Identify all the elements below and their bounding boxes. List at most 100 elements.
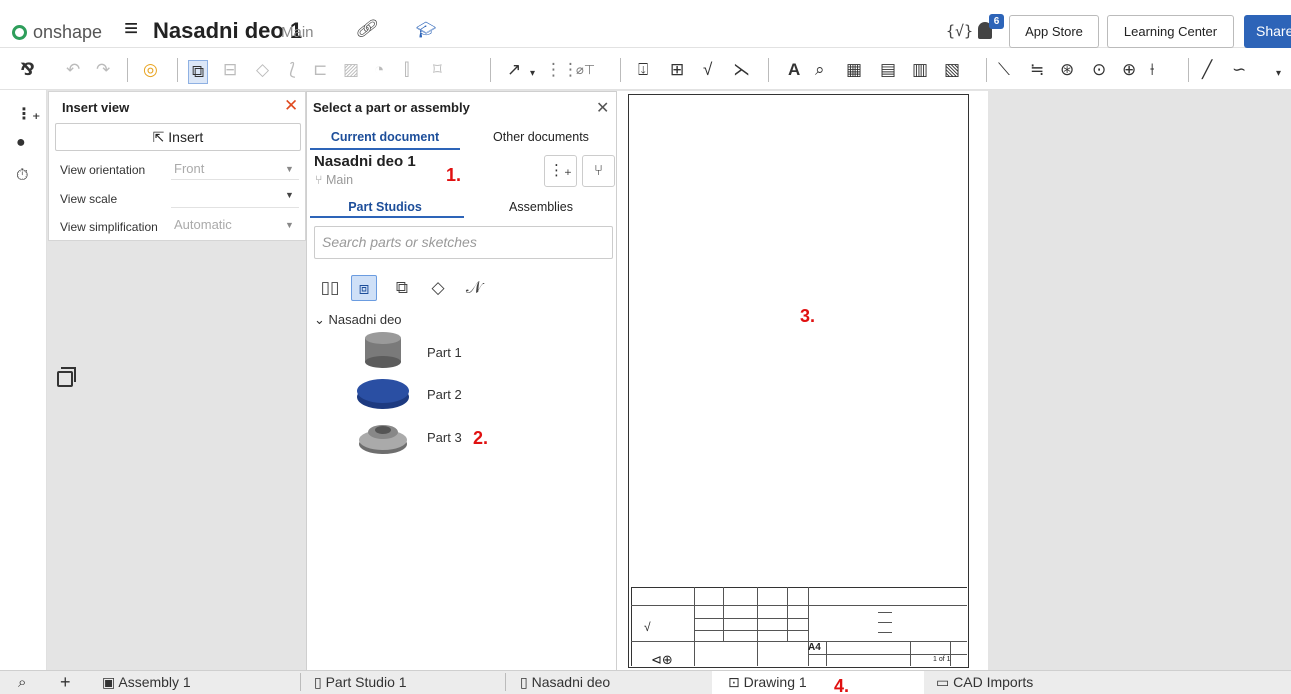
document-branch[interactable]: Main <box>281 24 314 41</box>
graduation-cap-icon[interactable]: 🎓︎ <box>416 20 436 40</box>
weld-symbol-icon[interactable]: ⋋ <box>733 60 750 80</box>
title-block-line <box>631 605 967 606</box>
tab-manager-icon[interactable]: ⌕ <box>18 671 26 694</box>
tab-assembly-1[interactable]: ▣ Assembly 1 <box>102 671 191 694</box>
logo-text: onshape <box>33 22 103 42</box>
datum-feature-icon[interactable]: ⍗ <box>638 60 648 80</box>
chevron-down-icon[interactable]: ▼ <box>285 220 294 230</box>
note-icon[interactable]: A <box>788 60 800 80</box>
trim-icon[interactable]: ⟊ <box>1150 60 1154 80</box>
copy-view-icon[interactable] <box>57 367 76 387</box>
menu-icon[interactable]: ≡ <box>124 16 138 42</box>
tab-current-document[interactable]: Current document <box>310 130 460 144</box>
line-icon[interactable]: ╱ <box>1202 60 1212 80</box>
title-block-line <box>878 612 892 613</box>
ordinate-dimension-icon[interactable]: ⋮⋮ <box>545 60 579 80</box>
share-button[interactable]: Share <box>1244 15 1291 48</box>
variables-icon[interactable]: {√} <box>946 22 973 40</box>
centerline-icon[interactable]: ⟍ <box>998 60 1010 80</box>
toolbar-divider <box>768 58 769 82</box>
folder-icon: ▭ <box>936 674 954 690</box>
search-input[interactable]: Search parts or sketches <box>314 226 613 259</box>
sketch-dropdown-icon[interactable]: ▾ <box>1276 64 1281 84</box>
tab-part-studio-1[interactable]: ▯ Part Studio 1 <box>314 671 407 694</box>
broken-out-section-icon[interactable]: ▨ <box>343 60 359 80</box>
drawing-icon: ⊡ <box>728 674 744 690</box>
close-icon[interactable]: ✕ <box>284 96 298 116</box>
auxiliary-view-icon[interactable]: ◇ <box>256 60 269 80</box>
table-icon[interactable]: ▦ <box>846 60 862 80</box>
dimension-dropdown-icon[interactable]: ▾ <box>530 64 535 84</box>
part-1-label[interactable]: Part 1 <box>427 345 462 360</box>
document-branch-label: ⑂ Main <box>315 173 353 187</box>
part-2-label[interactable]: Part 2 <box>427 387 462 402</box>
tab-cad-imports[interactable]: ▭ CAD Imports <box>936 671 1131 694</box>
branch-icon[interactable]: ⑂ <box>582 155 615 187</box>
notification-badge: 6 <box>989 14 1004 29</box>
view-orientation-label: View orientation <box>60 163 146 177</box>
regenerate-icon[interactable]: ◎ <box>143 60 158 80</box>
insert-view-icon[interactable]: ⧉ <box>188 60 209 84</box>
close-icon[interactable]: ✕ <box>596 98 609 118</box>
projected-view-icon[interactable]: ⊟ <box>223 60 237 80</box>
comments-icon[interactable]: ● <box>16 134 26 152</box>
tab-label: CAD Imports <box>953 674 1034 690</box>
insert-icon[interactable]: ⋮₊ <box>16 104 40 124</box>
aligned-section-icon[interactable]: ⊏ <box>313 60 327 80</box>
timer-icon[interactable]: ⏱︎ <box>16 167 28 185</box>
feature-list-icon[interactable]: ⅋ <box>20 60 35 80</box>
sketch-filter-icon[interactable]: ◇ <box>425 275 451 301</box>
tab-drawing-1[interactable]: ⊡ Drawing 1 <box>712 671 924 694</box>
tab-underline <box>310 148 460 150</box>
bom-table-icon[interactable]: ▤ <box>880 60 896 80</box>
diameter-dimension-icon[interactable]: ⌀⊤ <box>576 60 595 80</box>
section-view-icon[interactable]: ⟅ <box>289 60 296 80</box>
part-3-thumbnail[interactable] <box>355 414 413 462</box>
app-store-button[interactable]: App Store <box>1009 15 1099 48</box>
redo-icon[interactable]: ↷ <box>96 60 110 80</box>
chevron-down-icon[interactable]: ▼ <box>285 190 294 200</box>
view-orientation-select[interactable]: Front <box>174 161 204 176</box>
undo-icon[interactable]: ↶ <box>66 60 80 80</box>
tab-nasadni-deo[interactable]: ▯ Nasadni deo <box>520 671 610 694</box>
tab-assemblies[interactable]: Assemblies <box>466 200 616 214</box>
surface-filter-icon[interactable]: ⧉ <box>389 275 415 301</box>
learning-center-button[interactable]: Learning Center <box>1107 15 1234 48</box>
detail-view-icon[interactable]: ◔ <box>374 60 384 80</box>
part-2-thumbnail[interactable] <box>355 373 413 415</box>
chevron-down-icon[interactable]: ▼ <box>285 164 294 174</box>
centermark-add-icon[interactable]: ⊕ <box>1122 60 1136 80</box>
onshape-logo-icon <box>12 25 27 40</box>
callout-icon[interactable]: ⌕ <box>815 60 825 80</box>
curve-filter-icon[interactable]: 𝒩 <box>461 275 487 301</box>
document-title[interactable]: Nasadni deo 1 <box>153 18 302 44</box>
tab-other-documents[interactable]: Other documents <box>466 130 616 144</box>
onshape-logo[interactable]: onshape <box>12 22 102 43</box>
title-block-line <box>787 587 788 641</box>
part-1-thumbnail[interactable] <box>355 330 413 372</box>
part-3-label[interactable]: Part 3 <box>427 430 462 445</box>
link-icon[interactable]: 🔗︎ <box>355 19 377 39</box>
insert-button[interactable]: ⇱ Insert <box>55 123 301 151</box>
toolbar-divider <box>620 58 621 82</box>
part-filter-icon[interactable]: ▯▯ <box>317 275 343 301</box>
chevron-down-icon: ⌄ <box>314 312 325 327</box>
tree-group[interactable]: ⌄ Nasadni deo <box>314 312 402 328</box>
revision-table-icon[interactable]: ▧ <box>944 60 960 80</box>
hole-table-icon[interactable]: ▥ <box>912 60 928 80</box>
centermark-icon[interactable]: ⊛ <box>1060 60 1074 80</box>
spline-icon[interactable]: ∽ <box>1232 60 1246 80</box>
insert-icon[interactable]: ⋮₊ <box>544 155 577 187</box>
add-tab-icon[interactable]: + <box>60 671 71 694</box>
dimension-icon[interactable]: ↗ <box>507 60 521 80</box>
tab-divider <box>505 673 506 691</box>
tab-part-studios[interactable]: Part Studios <box>310 200 460 214</box>
view-simplification-select[interactable]: Automatic <box>174 217 232 232</box>
break-view-icon[interactable]: ⫿ <box>404 60 409 80</box>
midpoint-line-icon[interactable]: ≒ <box>1030 60 1044 80</box>
part-studio-filter-icon[interactable]: ⧈ <box>351 275 377 301</box>
bolt-circle-icon[interactable]: ⊙ <box>1092 60 1106 80</box>
crop-view-icon[interactable]: ⌑ <box>433 60 442 80</box>
feature-control-frame-icon[interactable]: ⊞ <box>670 60 684 80</box>
surface-finish-icon[interactable]: √ <box>703 60 712 80</box>
